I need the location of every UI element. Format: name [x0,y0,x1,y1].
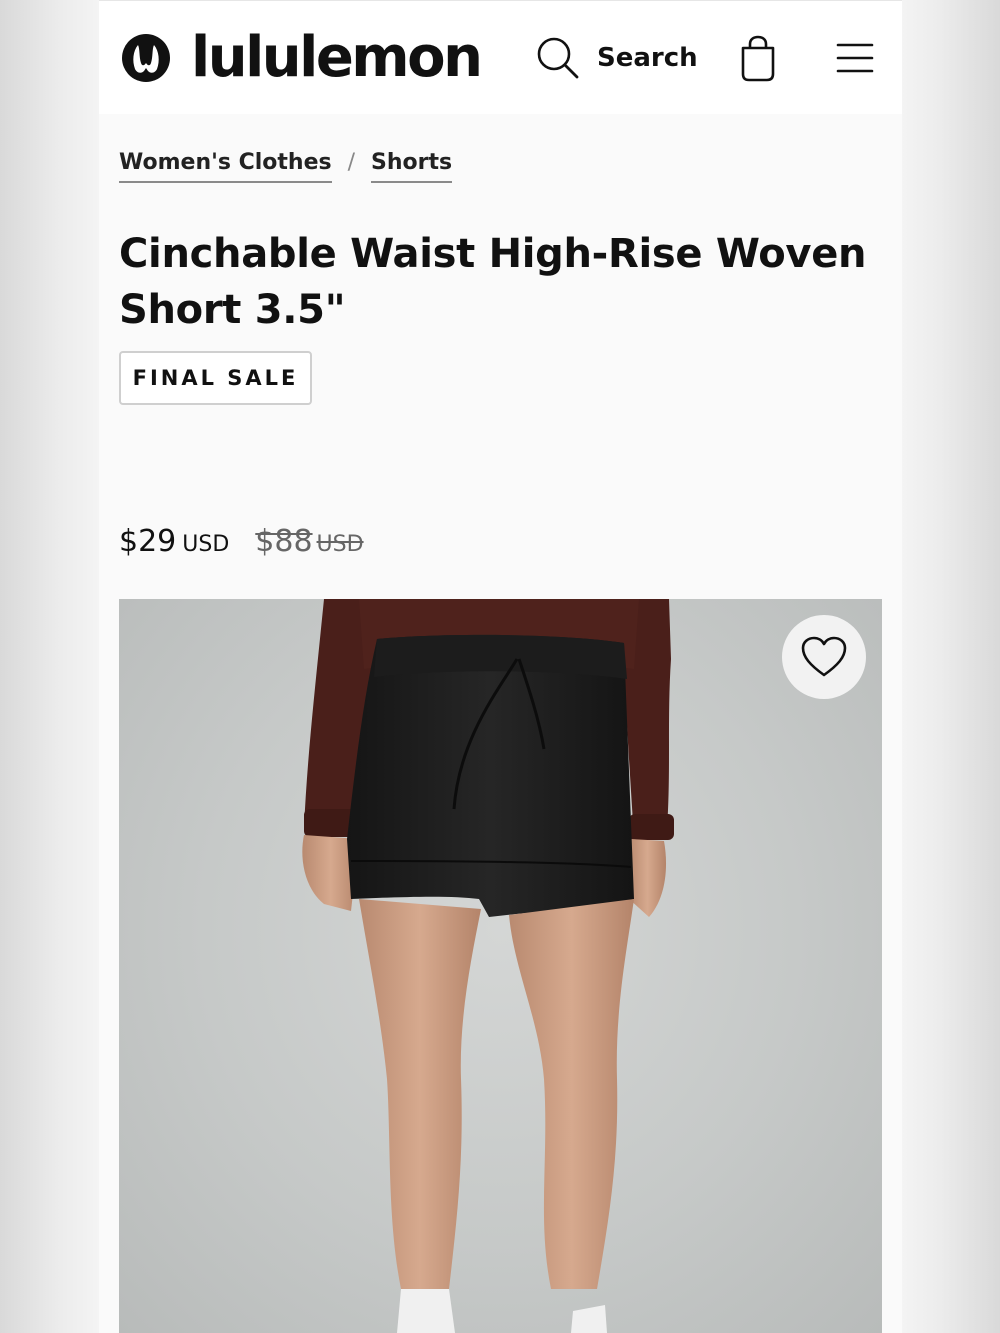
wishlist-button[interactable] [782,615,866,699]
breadcrumb: Women's Clothes / Shorts [119,150,453,183]
sale-price-currency: USD [182,532,230,557]
site-header: lululemon Search [99,0,902,114]
search-button[interactable]: Search [535,33,698,83]
sale-price: $29 [119,524,177,559]
breadcrumb-separator: / [347,150,356,175]
hamburger-menu-icon[interactable] [835,41,875,75]
breadcrumb-shorts[interactable]: Shorts [371,150,453,183]
breadcrumb-womens-clothes[interactable]: Women's Clothes [119,150,332,183]
shopping-bag-icon[interactable] [737,34,779,82]
original-price-currency: USD [316,532,364,557]
price: $29 USD $88 USD [119,524,364,559]
product-page: lululemon Search Women's Clothes / Short… [99,0,902,1333]
product-photo [302,599,674,1333]
heart-icon [801,636,847,677]
product-title: Cinchable Waist High-Rise Woven Short 3.… [119,231,867,333]
search-label: Search [597,43,698,73]
brand-wordmark[interactable]: lululemon [191,23,483,93]
final-sale-badge: FINAL SALE [119,351,312,405]
original-price: $88 USD [255,524,363,559]
product-image[interactable] [119,599,882,1333]
lululemon-logo-icon[interactable] [121,33,171,83]
search-icon [537,37,579,79]
original-price-amount: $88 [255,524,313,559]
